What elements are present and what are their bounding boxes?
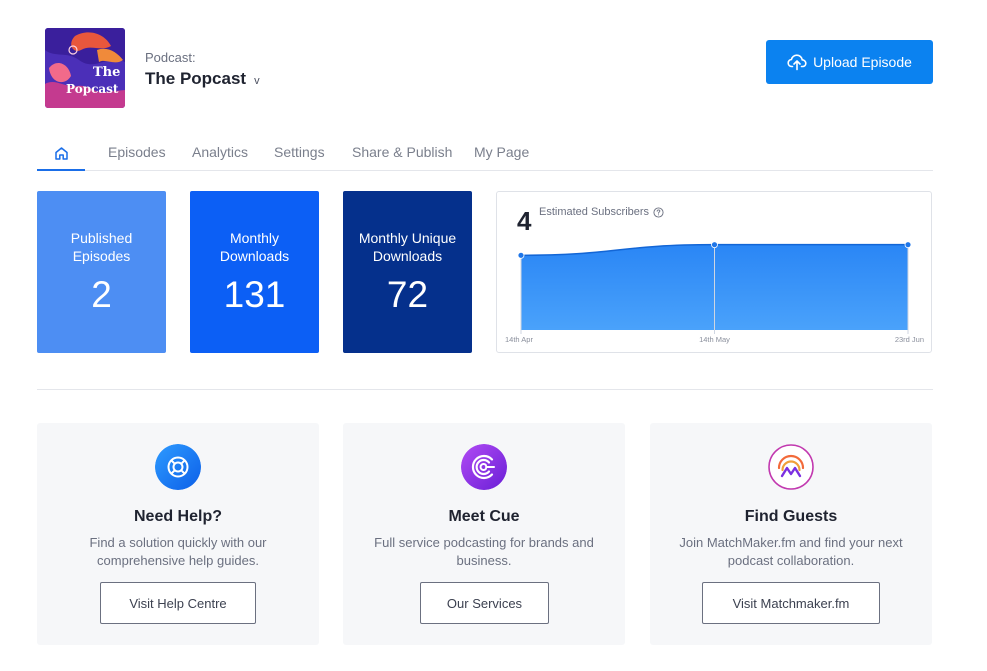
feature-card-help: Need Help? Find a solution quickly with … — [37, 423, 319, 645]
cover-title-line2: Popcast — [66, 82, 119, 96]
subscribers-label: Estimated Subscribers — [539, 206, 650, 218]
podcast-cover-art[interactable]: The Popcast — [45, 28, 125, 108]
data-point[interactable] — [711, 241, 718, 249]
tab-episodes[interactable]: Episodes — [108, 144, 166, 160]
stat-monthly-downloads[interactable]: Monthly Downloads 131 — [190, 191, 319, 353]
podcast-kicker: Podcast: — [145, 50, 196, 65]
matchmaker-logo-icon — [768, 444, 814, 490]
x-tick-label: 23rd Jun — [895, 335, 924, 344]
main-tabs: Episodes Analytics Settings Share & Publ… — [37, 137, 933, 171]
section-divider — [37, 389, 933, 390]
chevron-down-icon: v — [254, 74, 260, 87]
feature-title: Meet Cue — [448, 508, 520, 525]
x-tick-label: 14th Apr — [505, 335, 533, 344]
feature-description: Find a solution quickly with our compreh… — [89, 535, 267, 568]
stat-monthly-unique-downloads[interactable]: Monthly Unique Downloads 72 — [343, 191, 472, 353]
tab-analytics[interactable]: Analytics — [192, 144, 248, 160]
feature-card-cue: Meet Cue Full service podcasting for bra… — [343, 423, 625, 645]
subscribers-count: 4 — [517, 206, 532, 236]
feature-title: Find Guests — [744, 508, 838, 525]
feature-description: Join MatchMaker.fm and find your next po… — [679, 535, 903, 568]
lifebuoy-icon — [155, 444, 201, 490]
tab-home[interactable] — [37, 137, 85, 171]
cover-title-line1: The — [93, 65, 120, 80]
tab-share-publish[interactable]: Share & Publish — [352, 144, 452, 160]
data-point[interactable] — [517, 251, 525, 259]
cloud-upload-icon — [787, 54, 807, 71]
podcast-switcher[interactable]: The Popcast v — [145, 69, 260, 89]
tab-settings[interactable]: Settings — [274, 144, 325, 160]
feature-title: Need Help? — [133, 508, 222, 525]
estimated-subscribers-card: 14th Apr 14th May 23rd Jun 4 Estimated Sub… — [496, 191, 932, 353]
upload-episode-label: Upload Episode — [813, 54, 912, 70]
our-services-button[interactable]: Our Services — [420, 582, 549, 624]
home-icon — [54, 146, 68, 160]
x-tick-label: 14th May — [699, 335, 730, 344]
feature-description: Full service podcasting for brands and b… — [374, 535, 594, 568]
stat-published-episodes[interactable]: Published Episodes 2 — [37, 191, 166, 353]
cue-logo-icon — [461, 444, 507, 490]
data-point[interactable] — [904, 241, 912, 249]
stat-value: 131 — [223, 274, 286, 315]
feature-card-guests: Find Guests Join MatchMaker.fm and find … — [650, 423, 932, 645]
stat-value: 72 — [386, 274, 429, 315]
stat-label: Monthly Unique Downloads — [358, 230, 457, 264]
stat-value: 2 — [91, 274, 112, 315]
visit-matchmaker-button[interactable]: Visit Matchmaker.fm — [702, 582, 880, 624]
visit-help-centre-button[interactable]: Visit Help Centre — [100, 582, 256, 624]
tab-my-page[interactable]: My Page — [474, 144, 529, 160]
subscribers-label-group: Estimated Subscribers — [539, 206, 664, 218]
help-circle-icon[interactable] — [653, 206, 664, 218]
stat-label: Monthly Downloads — [219, 230, 290, 264]
podcast-title: The Popcast — [145, 69, 247, 88]
stat-label: Published Episodes — [70, 230, 133, 264]
upload-episode-button[interactable]: Upload Episode — [766, 40, 933, 84]
